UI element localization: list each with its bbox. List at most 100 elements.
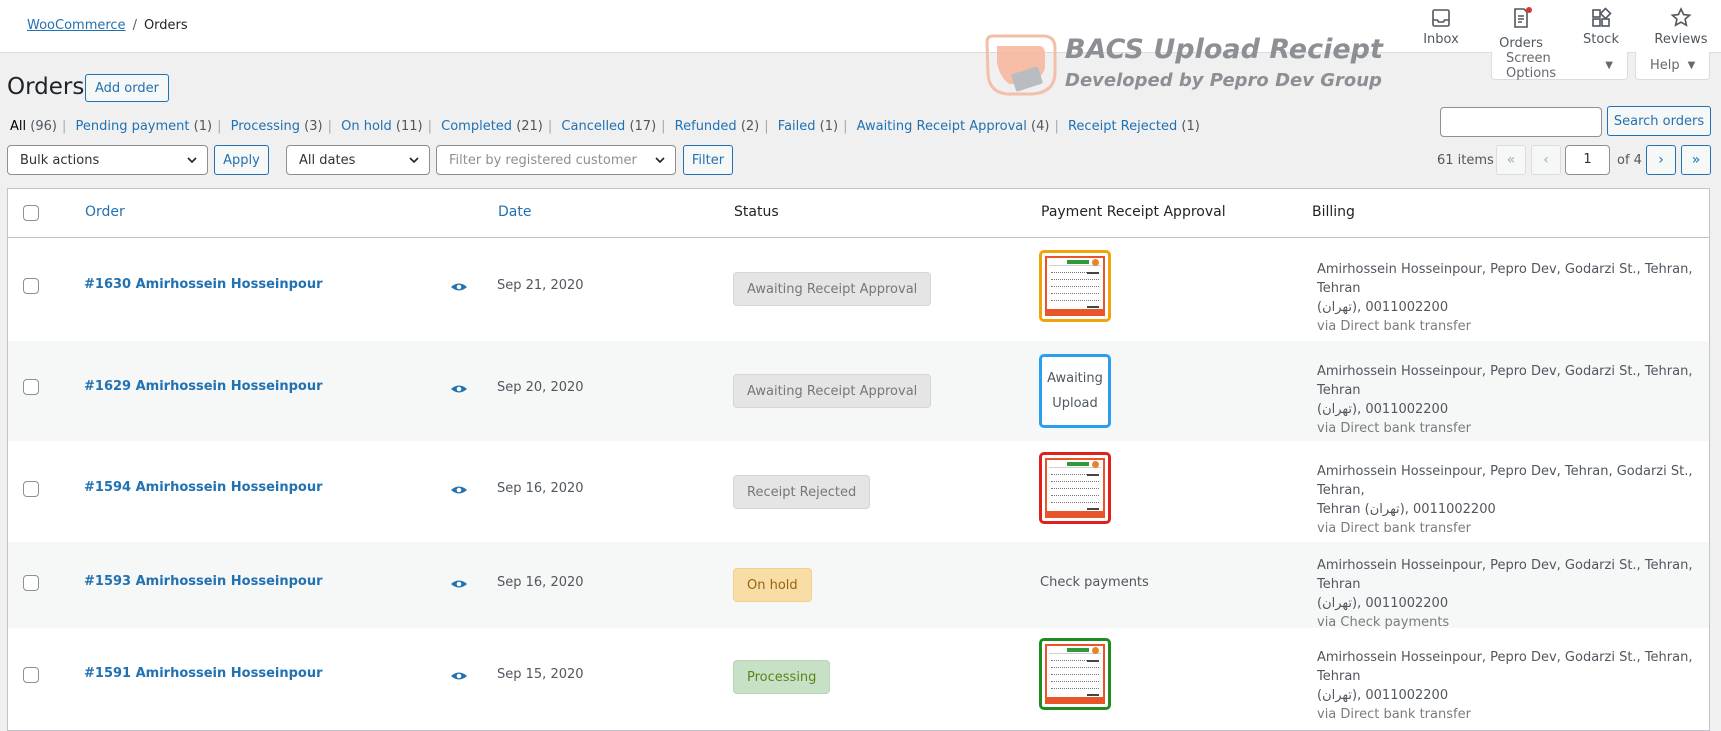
dates-select[interactable]: All dates bbox=[286, 145, 430, 175]
customer-filter-select[interactable]: Filter by registered customer bbox=[436, 145, 676, 175]
table-header: Order Date Status Payment Receipt Approv… bbox=[8, 189, 1709, 238]
filter-divider: | bbox=[61, 119, 67, 134]
last-page-button[interactable]: » bbox=[1681, 145, 1711, 175]
order-date: Sep 20, 2020 bbox=[497, 380, 584, 395]
billing-line: (تهران), 0011002200 bbox=[1317, 402, 1449, 417]
chevron-down-icon bbox=[655, 157, 665, 164]
eye-icon[interactable] bbox=[450, 671, 468, 681]
filter-receipt-rejected[interactable]: Receipt Rejected (1) bbox=[1068, 119, 1200, 134]
table-row[interactable]: #1591 Amirhossein Hosseinpour Sep 15, 20… bbox=[8, 628, 1709, 730]
filter-divider: | bbox=[661, 119, 666, 134]
filter-label: Pending payment bbox=[75, 119, 190, 134]
status-badge: Awaiting Receipt Approval bbox=[733, 374, 932, 408]
table-row[interactable]: #1593 Amirhossein Hosseinpour Sep 16, 20… bbox=[8, 542, 1709, 630]
screen-options-label: Screen Options bbox=[1506, 50, 1557, 81]
receipt-image bbox=[1045, 644, 1105, 704]
caret-down-icon: ▼ bbox=[1687, 60, 1696, 71]
filter-completed[interactable]: Completed (21) bbox=[441, 119, 543, 134]
order-date: Sep 15, 2020 bbox=[497, 667, 584, 682]
add-order-button[interactable]: Add order bbox=[85, 74, 169, 102]
next-page-button[interactable]: › bbox=[1646, 145, 1676, 175]
orders-badge bbox=[1509, 6, 1533, 36]
apply-button[interactable]: Apply bbox=[214, 145, 269, 175]
awaiting-text: Awaiting bbox=[1047, 371, 1103, 386]
eye-icon[interactable] bbox=[450, 579, 468, 589]
filter-on-hold[interactable]: On hold (11) bbox=[341, 119, 423, 134]
table-row[interactable]: #1594 Amirhossein Hosseinpour Sep 16, 20… bbox=[8, 441, 1709, 542]
filter-label: Completed bbox=[441, 119, 513, 134]
breadcrumb-separator: / bbox=[132, 18, 137, 33]
inbox-tab[interactable]: Inbox bbox=[1401, 0, 1481, 52]
total-pages: of 4 bbox=[1617, 153, 1642, 168]
filter-label: Failed bbox=[777, 119, 816, 134]
filter-all[interactable]: All (96) bbox=[10, 119, 57, 134]
row-checkbox[interactable] bbox=[23, 667, 39, 683]
stock-tab[interactable]: Stock bbox=[1561, 0, 1641, 52]
row-checkbox[interactable] bbox=[23, 481, 39, 497]
order-link[interactable]: #1630 Amirhossein Hosseinpour bbox=[84, 277, 323, 292]
bulk-actions-value: Bulk actions bbox=[20, 152, 100, 168]
filter-awaiting-receipt-approval[interactable]: Awaiting Receipt Approval (4) bbox=[857, 119, 1050, 134]
payment-method: via Direct bank transfer bbox=[1317, 707, 1471, 722]
breadcrumb-woocommerce-link[interactable]: WooCommerce bbox=[27, 18, 126, 33]
filter-count: (1) bbox=[819, 119, 839, 134]
inbox-label: Inbox bbox=[1423, 32, 1459, 47]
previous-page-button: ‹ bbox=[1531, 145, 1561, 175]
filter-label: Awaiting Receipt Approval bbox=[856, 119, 1027, 134]
dates-value: All dates bbox=[299, 152, 356, 168]
filter-processing[interactable]: Processing (3) bbox=[231, 119, 323, 134]
column-receipt-header: Payment Receipt Approval bbox=[1041, 204, 1226, 220]
screen-options-button[interactable]: Screen Options ▼ bbox=[1491, 50, 1628, 81]
column-date-header[interactable]: Date bbox=[498, 204, 531, 220]
receipt-thumbnail[interactable] bbox=[1039, 250, 1111, 322]
reviews-tab[interactable]: Reviews bbox=[1641, 0, 1721, 52]
first-page-button: « bbox=[1496, 145, 1526, 175]
eye-icon[interactable] bbox=[450, 282, 468, 292]
filter-button[interactable]: Filter bbox=[683, 145, 733, 175]
status-badge: Receipt Rejected bbox=[733, 475, 871, 509]
filter-count: (2) bbox=[740, 119, 760, 134]
table-row[interactable]: #1629 Amirhossein Hosseinpour Sep 20, 20… bbox=[8, 341, 1709, 441]
order-link[interactable]: #1594 Amirhossein Hosseinpour bbox=[84, 480, 323, 495]
order-link[interactable]: #1593 Amirhossein Hosseinpour bbox=[84, 574, 323, 589]
current-page-input[interactable]: 1 bbox=[1565, 145, 1610, 175]
filter-pending-payment[interactable]: Pending payment (1) bbox=[75, 119, 212, 134]
receipt-thumbnail[interactable] bbox=[1039, 638, 1111, 710]
row-checkbox[interactable] bbox=[23, 278, 39, 294]
filter-count: (11) bbox=[395, 119, 423, 134]
filter-cancelled[interactable]: Cancelled (17) bbox=[561, 119, 656, 134]
receipt-thumbnail[interactable] bbox=[1039, 452, 1111, 524]
orders-tab[interactable]: Orders bbox=[1481, 0, 1561, 52]
billing-address: Amirhossein Hosseinpour, Pepro Dev, Goda… bbox=[1317, 260, 1707, 336]
select-all-checkbox[interactable] bbox=[23, 205, 39, 221]
payment-method: via Direct bank transfer bbox=[1317, 521, 1471, 536]
search-orders-button[interactable]: Search orders bbox=[1607, 106, 1711, 136]
status-badge: Processing bbox=[733, 660, 831, 694]
column-order-header[interactable]: Order bbox=[85, 204, 125, 220]
row-checkbox[interactable] bbox=[23, 575, 39, 591]
column-status-header: Status bbox=[734, 204, 779, 220]
reviews-label: Reviews bbox=[1654, 32, 1708, 47]
filter-count: (4) bbox=[1031, 119, 1050, 134]
filter-refunded[interactable]: Refunded (2) bbox=[675, 119, 760, 134]
table-row[interactable]: #1630 Amirhossein Hosseinpour Sep 21, 20… bbox=[8, 238, 1709, 341]
order-link[interactable]: #1629 Amirhossein Hosseinpour bbox=[84, 379, 323, 394]
customer-filter-placeholder: Filter by registered customer bbox=[449, 152, 637, 168]
search-input[interactable] bbox=[1440, 107, 1602, 137]
eye-icon[interactable] bbox=[450, 384, 468, 394]
status-badge: On hold bbox=[733, 568, 812, 602]
row-checkbox[interactable] bbox=[23, 379, 39, 395]
items-count: 61 items bbox=[1437, 153, 1494, 168]
filter-failed[interactable]: Failed (1) bbox=[778, 119, 838, 134]
billing-line: Amirhossein Hosseinpour, Pepro Dev, Goda… bbox=[1317, 650, 1693, 684]
bulk-actions-select[interactable]: Bulk actions bbox=[7, 145, 208, 175]
eye-icon[interactable] bbox=[450, 485, 468, 495]
watermark-title: BACS Upload Reciept bbox=[1065, 34, 1383, 65]
filter-label: On hold bbox=[341, 119, 392, 134]
breadcrumb: WooCommerce / Orders bbox=[27, 18, 188, 33]
order-link[interactable]: #1591 Amirhossein Hosseinpour bbox=[84, 666, 323, 681]
status-filters: All (96) | Pending payment (1) | Processin… bbox=[10, 119, 1200, 134]
stock-icon bbox=[1592, 7, 1612, 27]
help-button[interactable]: Help ▼ bbox=[1635, 52, 1710, 80]
billing-line: (تهران), 0011002200 bbox=[1317, 688, 1449, 703]
